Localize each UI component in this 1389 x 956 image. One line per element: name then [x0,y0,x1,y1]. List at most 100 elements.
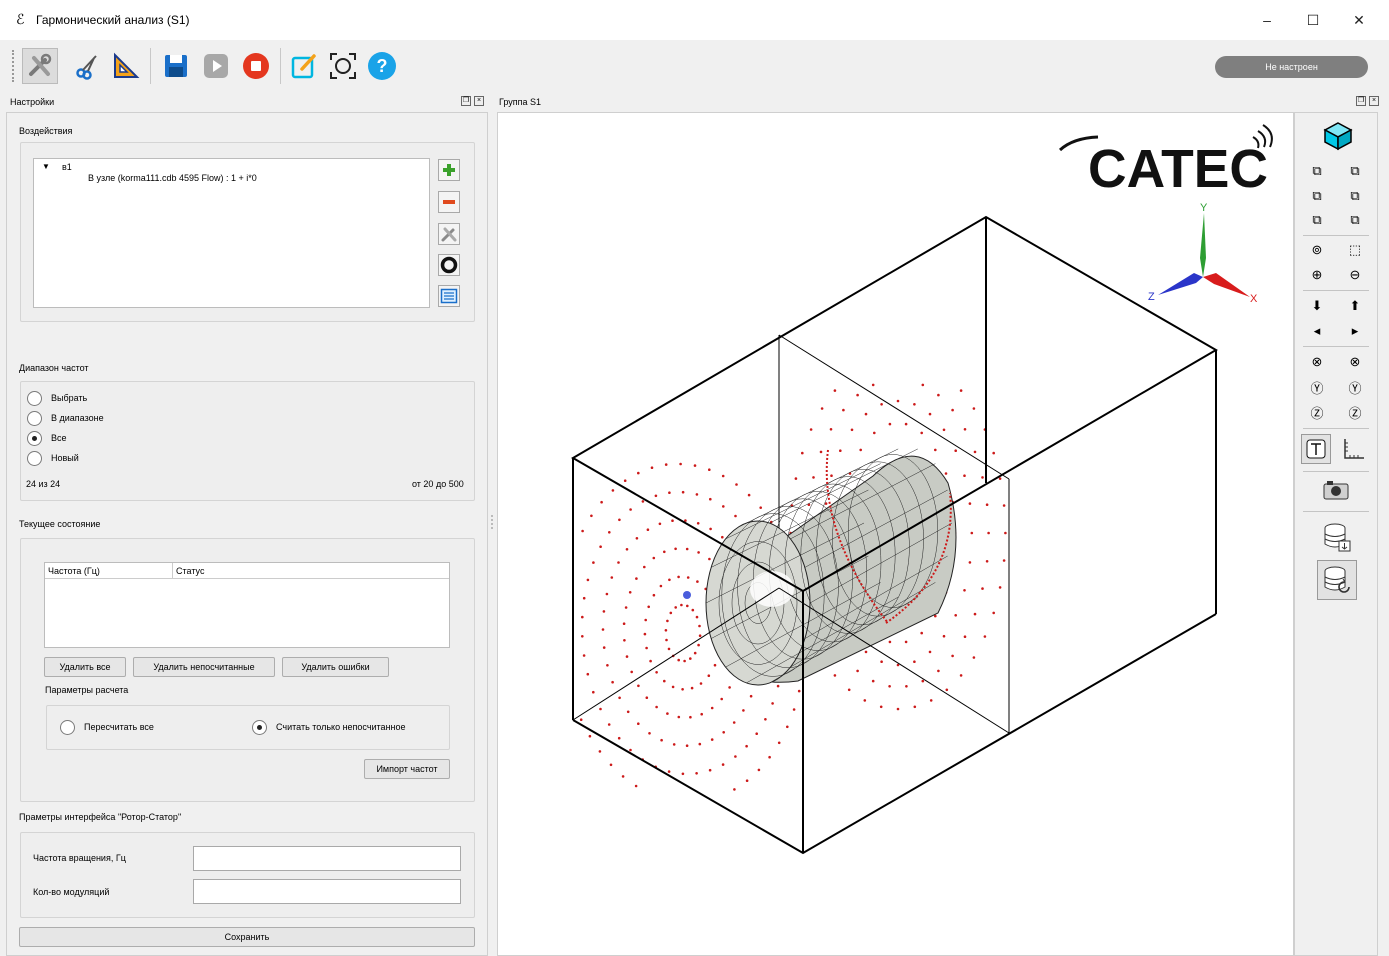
radio-button-selected[interactable] [27,430,42,446]
column-header-frequency[interactable]: Частота (Гц) [45,563,173,579]
zoom-out-icon[interactable]: ⊖ [1345,265,1365,285]
radio-label: Новый [51,453,79,463]
stop-icon[interactable] [238,48,274,84]
camera-icon[interactable] [1321,477,1351,503]
rotate-z-neg-icon[interactable]: Ⓩ [1307,402,1327,422]
view-right-cube-icon[interactable]: ⧉ [1345,186,1365,206]
pan-right-icon[interactable]: ▸ [1345,321,1365,341]
list-view-button[interactable] [438,285,460,307]
play-icon[interactable] [198,48,234,84]
float-dock-button[interactable]: ❐ [461,96,471,106]
rotor-stator-group [20,832,475,918]
svg-text:Y: Y [1200,202,1208,214]
iso-view-cube-icon[interactable] [1323,121,1353,151]
freq-range-text: от 20 до 500 [412,479,464,489]
text-label-icon[interactable] [1301,434,1331,464]
frequency-table[interactable]: Частота (Гц) Статус [44,562,450,648]
view-left-cube-icon[interactable]: ⧉ [1307,186,1327,206]
save-button[interactable]: Сохранить [19,927,475,947]
database-refresh-icon[interactable] [1317,560,1357,600]
radio-label: Считать только непосчитанное [276,722,406,732]
splitter-handle[interactable] [491,515,494,529]
view-front-cube-icon[interactable]: ⧉ [1307,161,1327,181]
tree-item-effect[interactable]: В узле (korma111.cdb 4595 Flow) : 1 + i*… [88,173,257,183]
rotate-x-pos-icon[interactable]: ⊗ [1345,352,1365,372]
axis-triad: Y X Z [1148,202,1258,305]
radio-all[interactable]: Все [27,430,67,446]
title-bar: ℰ Гармонический анализ (S1) – ☐ ✕ [0,0,1389,40]
help-icon[interactable]: ? [364,48,400,84]
rotor-stator-label: Праметры интерфейса "Ротор-Статор" [19,812,182,822]
rotate-z-pos-icon[interactable]: Ⓩ [1345,402,1365,422]
close-button[interactable]: ✕ [1344,10,1374,30]
radio-button[interactable] [27,410,42,426]
effects-tree[interactable]: ▼ в1 В узле (korma111.cdb 4595 Flow) : 1… [33,158,430,308]
ruler-axes-icon[interactable] [1339,434,1369,464]
zoom-in-icon[interactable]: ⊕ [1307,265,1327,285]
svg-text:CATEC: CATEC [1088,139,1268,199]
selected-node-marker[interactable] [683,591,691,599]
svg-text:?: ? [377,56,388,76]
database-export-icon[interactable] [1321,521,1353,553]
3d-scene[interactable]: Y X Z CATEC [498,113,1293,955]
left-dock-title: Настройки [10,97,55,107]
rotate-y-neg-icon[interactable]: Ⓨ [1307,377,1327,397]
expand-arrow-icon[interactable]: ▼ [42,162,50,171]
viewport-dock-title: Группа S1 [499,97,542,107]
delete-all-button[interactable]: Удалить все [44,657,126,677]
radio-button-selected[interactable] [252,719,267,735]
zoom-window-icon[interactable]: ⬚ [1345,240,1365,260]
import-frequencies-button[interactable]: Импорт частот [364,759,450,779]
zoom-fit-icon[interactable]: ⊚ [1307,240,1327,260]
radio-button[interactable] [27,390,42,406]
view-back-cube-icon[interactable]: ⧉ [1345,161,1365,181]
ring-icon[interactable] [438,254,460,276]
scissors-icon[interactable] [70,48,106,84]
radio-select[interactable]: Выбрать [27,390,87,406]
view-toolbar: ⧉ ⧉ ⧉ ⧉ ⧉ ⧉ ⊚ ⬚ ⊕ ⊖ ⬇ ⬆ ◂ ▸ ⊗ ⊗ Ⓨ Ⓨ Ⓩ Ⓩ [1294,112,1378,956]
minimize-button[interactable]: – [1252,10,1282,30]
remove-effect-button[interactable] [438,191,460,213]
3d-viewport[interactable]: Y X Z CATEC [497,112,1294,956]
radio-only-uncalc[interactable]: Считать только непосчитанное [252,719,406,735]
radio-button[interactable] [60,719,75,735]
view-top-cube-icon[interactable]: ⧉ [1307,210,1327,230]
freq-count: 24 из 24 [26,479,61,489]
freq-range-group [20,381,475,501]
rotate-y-pos-icon[interactable]: Ⓨ [1345,377,1365,397]
calc-params-label: Параметры расчета [45,685,129,695]
freq-range-label: Диапазон частот [19,363,89,373]
maximize-button[interactable]: ☐ [1298,10,1328,30]
target-icon[interactable] [325,48,361,84]
modulations-input[interactable] [193,879,461,904]
rotation-freq-input[interactable] [193,846,461,871]
rotate-x-neg-icon[interactable]: ⊗ [1307,352,1327,372]
radio-button[interactable] [27,450,42,466]
edit-icon[interactable] [286,48,322,84]
app-icon: ℰ [16,12,25,28]
close-viewport-button[interactable]: × [1369,96,1379,106]
catec-logo: CATEC [1058,124,1273,199]
radio-label: Все [51,433,67,443]
pan-left-icon[interactable]: ◂ [1307,321,1327,341]
window-title: Гармонический анализ (S1) [36,13,190,27]
radio-new[interactable]: Новый [27,450,79,466]
pan-down-icon[interactable]: ⬇ [1307,296,1327,316]
tree-item-root[interactable]: в1 [62,162,72,172]
delete-errors-button[interactable]: Удалить ошибки [282,657,389,677]
tools-icon[interactable] [22,48,58,84]
toolbar-grip[interactable] [12,50,16,82]
add-effect-button[interactable] [438,159,460,181]
ruler-triangle-icon[interactable] [108,48,144,84]
close-dock-button[interactable]: × [474,96,484,106]
radio-recalc-all[interactable]: Пересчитать все [60,719,154,735]
save-icon[interactable] [158,48,194,84]
column-header-status[interactable]: Статус [173,563,449,579]
delete-uncalculated-button[interactable]: Удалить непосчитанные [133,657,275,677]
status-badge: Не настроен [1215,56,1368,78]
pan-up-icon[interactable]: ⬆ [1345,296,1365,316]
view-bottom-cube-icon[interactable]: ⧉ [1345,210,1365,230]
radio-in-range[interactable]: В диапазоне [27,410,104,426]
float-viewport-button[interactable]: ❐ [1356,96,1366,106]
edit-effect-button[interactable] [438,223,460,245]
